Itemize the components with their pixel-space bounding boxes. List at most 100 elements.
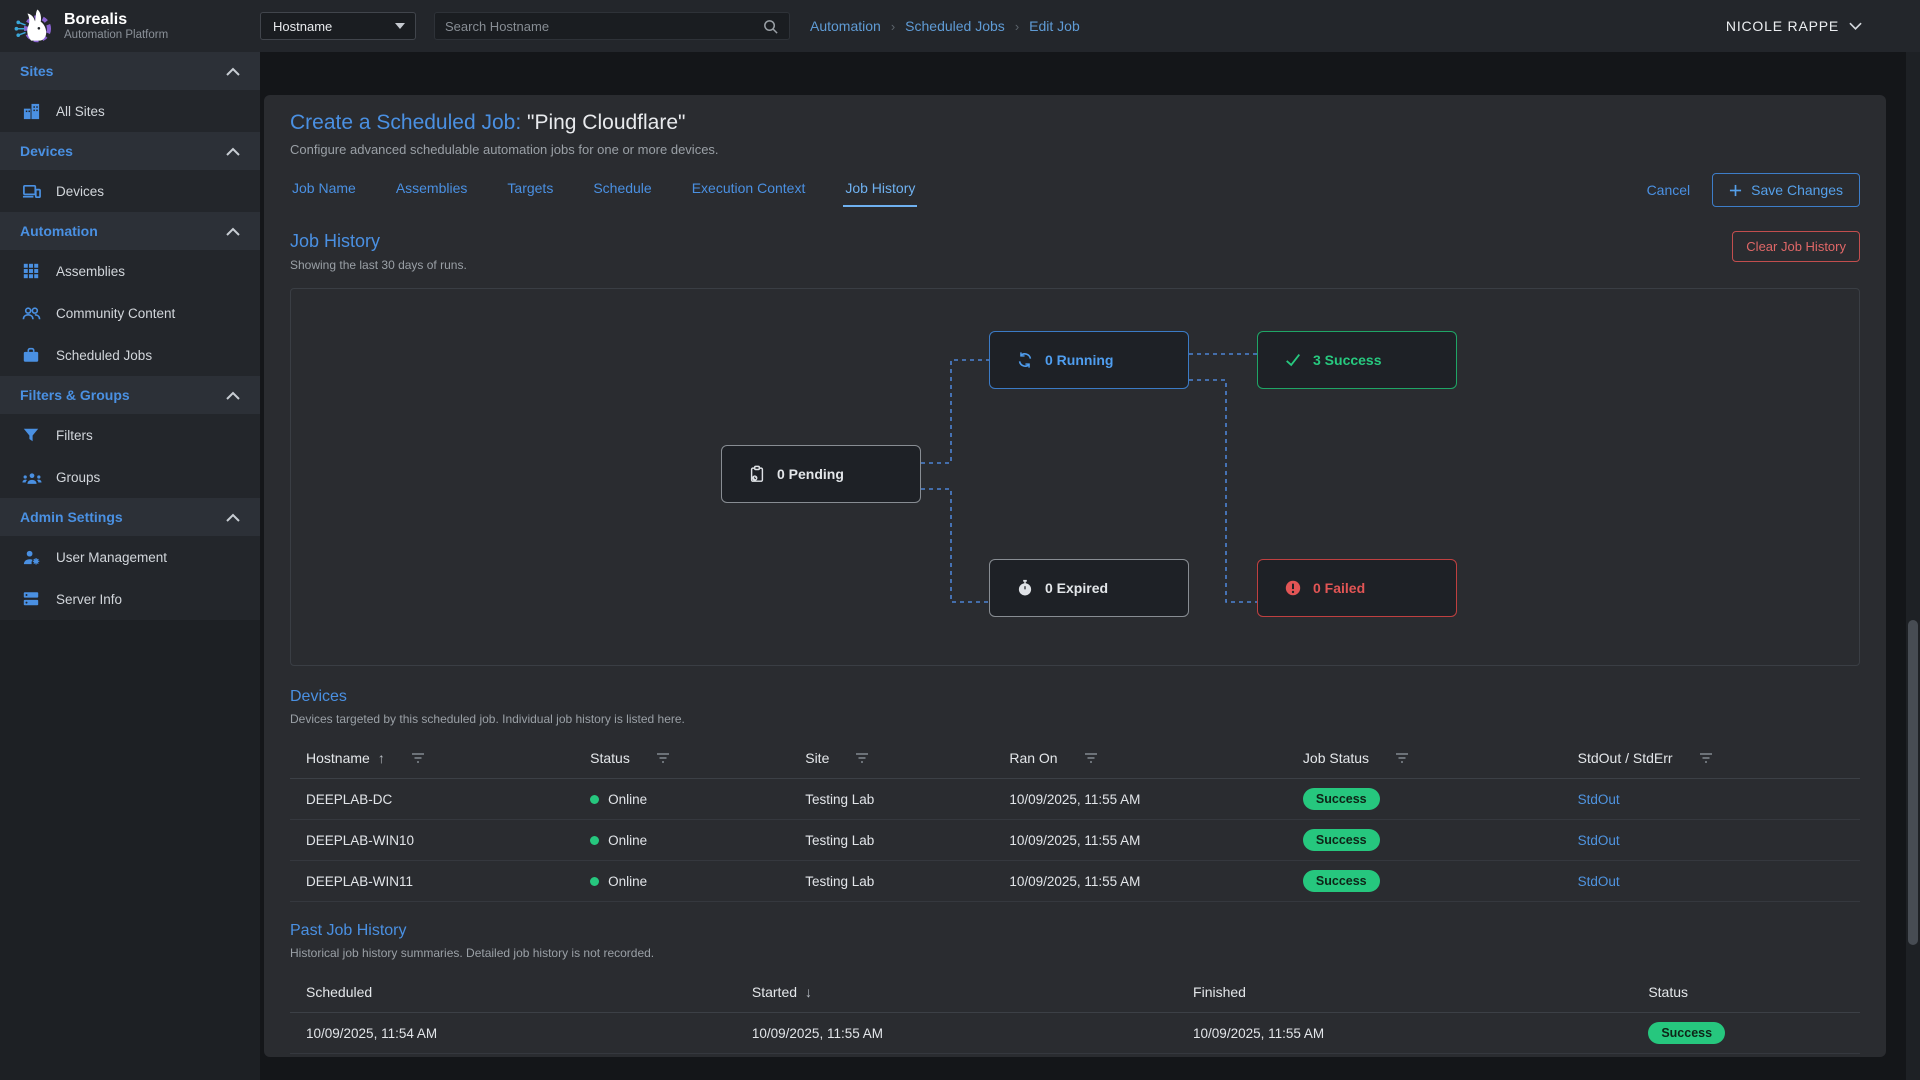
chevron-up-icon — [226, 391, 240, 400]
cancel-button[interactable]: Cancel — [1647, 182, 1691, 198]
column-header-scheduled[interactable]: Scheduled — [290, 972, 736, 1013]
flow-box-failed: 0 Failed — [1257, 559, 1457, 617]
online-status-dot — [590, 795, 599, 804]
devices-icon — [22, 182, 41, 201]
column-header-site[interactable]: Site — [789, 738, 993, 779]
brand: Borealis Automation Platform — [0, 4, 260, 48]
sidebar-item-filters[interactable]: Filters — [0, 414, 260, 456]
sidebar-section-label: Devices — [20, 143, 73, 159]
column-header-job-status[interactable]: Job Status — [1287, 738, 1562, 779]
sidebar-item-devices[interactable]: Devices — [0, 170, 260, 212]
filter-icon[interactable] — [1395, 752, 1409, 764]
search-icon[interactable] — [762, 18, 779, 35]
sidebar: Sites All Sites Devices Devices Automati… — [0, 52, 260, 1080]
devices-table-header-row: Hostname↑ Status Site Ran On Job Status … — [290, 738, 1860, 779]
tab-execution-context[interactable]: Execution Context — [690, 174, 808, 207]
chevron-up-icon — [226, 227, 240, 236]
tab-schedule[interactable]: Schedule — [591, 174, 653, 207]
sidebar-item-server-info[interactable]: Server Info — [0, 578, 260, 620]
sidebar-item-scheduled-jobs[interactable]: Scheduled Jobs — [0, 334, 260, 376]
column-header-hostname[interactable]: Hostname↑ — [290, 738, 574, 779]
hostname-cell: DEEPLAB-WIN11 — [290, 861, 574, 902]
breadcrumb-scheduled-jobs[interactable]: Scheduled Jobs — [905, 18, 1005, 34]
status-badge: Success — [1303, 788, 1380, 810]
job-history-subtitle: Showing the last 30 days of runs. — [290, 258, 467, 272]
column-header-ran-on[interactable]: Ran On — [993, 738, 1287, 779]
sidebar-section-label: Filters & Groups — [20, 387, 130, 403]
page-title-job-name: "Ping Cloudflare" — [521, 111, 685, 134]
page-title: Create a Scheduled Job: "Ping Cloudflare… — [290, 111, 1860, 135]
save-changes-button[interactable]: Save Changes — [1712, 173, 1860, 207]
search-input[interactable] — [445, 19, 762, 34]
flow-box-pending: 0 Pending — [721, 445, 921, 503]
tab-assemblies[interactable]: Assemblies — [394, 174, 470, 207]
sidebar-section-sites[interactable]: Sites — [0, 52, 260, 90]
tab-targets[interactable]: Targets — [505, 174, 555, 207]
user-name: NICOLE RAPPE — [1726, 18, 1839, 34]
job-status-flow-diagram: 0 Pending 0 Running 3 Success 0 Expired — [290, 288, 1860, 666]
page-title-accent: Create a Scheduled Job: — [290, 111, 521, 134]
tab-job-name[interactable]: Job Name — [290, 174, 358, 207]
sidebar-item-user-management[interactable]: User Management — [0, 536, 260, 578]
flow-pending-label: 0 Pending — [777, 466, 844, 482]
people-icon — [22, 304, 41, 323]
tab-job-history[interactable]: Job History — [843, 174, 917, 207]
status-label: Online — [608, 833, 647, 848]
stdout-link[interactable]: StdOut — [1578, 833, 1620, 848]
breadcrumb-separator: › — [891, 19, 895, 34]
sidebar-item-community-content[interactable]: Community Content — [0, 292, 260, 334]
building-icon — [22, 102, 41, 121]
filter-icon[interactable] — [1084, 752, 1098, 764]
online-status-dot — [590, 877, 599, 886]
scrollbar[interactable] — [1906, 0, 1920, 1080]
devices-heading: Devices — [290, 688, 685, 706]
status-badge: Success — [1648, 1022, 1725, 1044]
stdout-link[interactable]: StdOut — [1578, 792, 1620, 807]
breadcrumb-automation[interactable]: Automation — [810, 18, 881, 34]
groups-icon — [22, 468, 41, 487]
briefcase-icon — [22, 346, 41, 365]
user-gear-icon — [22, 548, 41, 567]
flow-success-label: 3 Success — [1313, 352, 1382, 368]
column-header-finished[interactable]: Finished — [1177, 972, 1632, 1013]
sidebar-item-label: Assemblies — [56, 264, 125, 279]
status-label: Online — [608, 792, 647, 807]
column-header-status[interactable]: Status — [574, 738, 789, 779]
site-cell: Testing Lab — [789, 779, 993, 820]
sidebar-section-admin-settings[interactable]: Admin Settings — [0, 498, 260, 536]
breadcrumb: Automation › Scheduled Jobs › Edit Job — [810, 18, 1080, 34]
user-menu[interactable]: NICOLE RAPPE — [1726, 18, 1862, 34]
column-header-started[interactable]: Started↓ — [736, 972, 1177, 1013]
sidebar-section-automation[interactable]: Automation — [0, 212, 260, 250]
stdout-link[interactable]: StdOut — [1578, 874, 1620, 889]
brand-subtitle: Automation Platform — [64, 29, 168, 41]
filter-icon[interactable] — [411, 752, 425, 764]
clear-job-history-button[interactable]: Clear Job History — [1732, 231, 1860, 262]
column-header-status[interactable]: Status — [1632, 972, 1860, 1013]
chevron-down-icon — [1849, 22, 1862, 30]
column-header-stdout-stderr[interactable]: StdOut / StdErr — [1562, 738, 1860, 779]
past-history-header-row: Scheduled Started↓ Finished Status — [290, 972, 1860, 1013]
sidebar-item-assemblies[interactable]: Assemblies — [0, 250, 260, 292]
sort-ascending-icon: ↑ — [378, 750, 385, 766]
page-subtitle: Configure advanced schedulable automatio… — [290, 142, 1860, 157]
check-icon — [1284, 351, 1302, 369]
plus-icon — [1729, 184, 1742, 197]
filter-icon[interactable] — [1699, 752, 1713, 764]
sidebar-item-groups[interactable]: Groups — [0, 456, 260, 498]
sidebar-section-devices[interactable]: Devices — [0, 132, 260, 170]
funnel-icon — [22, 426, 41, 445]
sidebar-section-filters-groups[interactable]: Filters & Groups — [0, 376, 260, 414]
sidebar-section-label: Admin Settings — [20, 509, 123, 525]
sidebar-section-label: Sites — [20, 63, 53, 79]
sidebar-item-label: User Management — [56, 550, 167, 565]
filter-icon[interactable] — [656, 752, 670, 764]
filter-icon[interactable] — [855, 752, 869, 764]
breadcrumb-edit-job[interactable]: Edit Job — [1029, 18, 1080, 34]
hostname-search[interactable] — [434, 12, 790, 40]
brand-name: Borealis — [64, 11, 168, 29]
hostname-select[interactable]: Hostname — [260, 12, 416, 40]
scrollbar-thumb[interactable] — [1908, 620, 1918, 945]
sidebar-item-label: All Sites — [56, 104, 105, 119]
sidebar-item-all-sites[interactable]: All Sites — [0, 90, 260, 132]
